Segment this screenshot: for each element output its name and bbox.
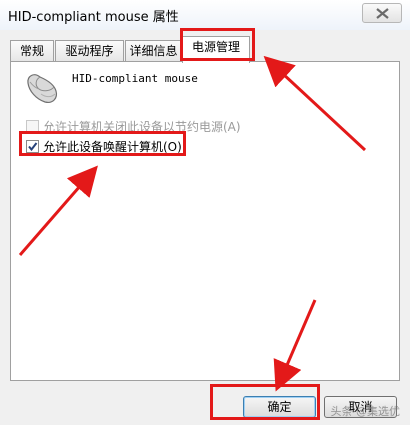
properties-window: HID-compliant mouse 属性 常规 驱动程序 详细信息 电源管理… [0,0,410,425]
arrow-to-ok-button [273,299,317,392]
arrow-to-wake-option [18,165,98,256]
arrow-to-power-tab [263,55,367,152]
annotation-arrows [18,55,367,392]
watermark: 头条 @集选优 [330,405,401,418]
